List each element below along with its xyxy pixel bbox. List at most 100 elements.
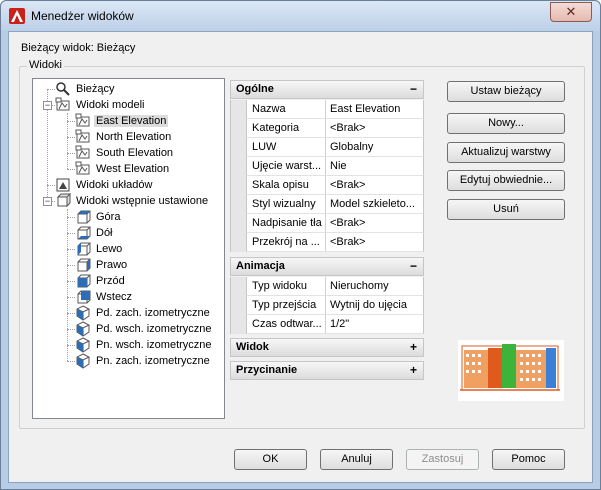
tree-item-label: Pd. wsch. izometryczne xyxy=(96,323,212,335)
property-value[interactable]: Globalny xyxy=(327,138,424,156)
tree-item-label: Widoki układów xyxy=(76,179,153,191)
tree-item[interactable]: Bieżący xyxy=(55,81,117,97)
property-row[interactable]: Czas odtwar... 1/2" xyxy=(246,315,424,334)
property-value[interactable]: Wytnij do ujęcia xyxy=(327,296,424,314)
property-value[interactable]: Nie xyxy=(327,157,424,175)
tree-connector-line xyxy=(67,265,75,266)
tree-item[interactable]: Pn. wsch. izometryczne xyxy=(75,337,214,353)
cube-bottom-icon xyxy=(77,226,91,240)
iso-cube-icon xyxy=(76,321,90,337)
property-name: Typ widoku xyxy=(247,277,326,295)
category-header-general[interactable]: Ogólne − xyxy=(230,80,424,99)
property-value[interactable]: 1/2" xyxy=(327,315,424,333)
property-row[interactable]: Nadpisanie tła <Brak> xyxy=(246,214,424,233)
expand-icon[interactable]: + xyxy=(410,339,417,356)
views-tree[interactable]: − − Bieżący Widoki modeli East Elevation Nort… xyxy=(32,78,225,419)
property-value[interactable]: East Elevation xyxy=(327,100,424,118)
update-layers-button[interactable]: Aktualizuj warstwy xyxy=(447,142,565,163)
property-row[interactable]: Styl wizualny Model szkieleto... xyxy=(246,195,424,214)
property-name: Nadpisanie tła xyxy=(247,214,326,232)
tree-item[interactable]: North Elevation xyxy=(75,129,173,145)
property-row[interactable]: Skala opisu <Brak> xyxy=(246,176,424,195)
tree-item[interactable]: Pd. wsch. izometryczne xyxy=(75,321,214,337)
camera-view-icon xyxy=(75,145,90,159)
property-row[interactable]: Nazwa East Elevation xyxy=(246,100,424,119)
property-name: Nazwa xyxy=(247,100,326,118)
tree-item-label: East Elevation xyxy=(94,115,169,127)
tree-item[interactable]: Widoki modeli xyxy=(55,97,146,113)
tree-item-label: Pn. zach. izometryczne xyxy=(96,355,210,367)
tree-item[interactable]: Lewo xyxy=(75,241,124,257)
tree-item-label: North Elevation xyxy=(96,131,172,143)
tree-connector-line xyxy=(67,345,75,346)
property-row[interactable]: Przekrój na ... <Brak> xyxy=(246,233,424,252)
property-row[interactable]: Typ przejścia Wytnij do ujęcia xyxy=(246,296,424,315)
tree-connector-line xyxy=(67,137,75,138)
tree-item[interactable]: Pd. zach. izometryczne xyxy=(75,305,212,321)
property-value[interactable]: <Brak> xyxy=(327,176,424,194)
delete-button[interactable]: Usuń xyxy=(447,199,565,220)
tree-item-label: Pn. wsch. izometryczne xyxy=(96,339,212,351)
tree-connector-line xyxy=(67,209,68,361)
property-value[interactable]: <Brak> xyxy=(327,214,424,232)
tree-connector-line xyxy=(67,153,75,154)
property-name: Przekrój na ... xyxy=(247,233,326,251)
tree-item-label: Lewo xyxy=(96,243,123,255)
iso-cube-icon xyxy=(76,305,90,321)
category-title: Animacja xyxy=(236,260,285,272)
category-title: Przycinanie xyxy=(236,364,298,376)
apply-button[interactable]: Zastosuj xyxy=(406,449,479,470)
iso-cube-icon xyxy=(76,353,90,369)
tree-item[interactable]: West Elevation xyxy=(75,161,171,177)
cancel-button[interactable]: Anuluj xyxy=(320,449,393,470)
property-row[interactable]: Ujęcie warst... Nie xyxy=(246,157,424,176)
property-row[interactable]: Kategoria <Brak> xyxy=(246,119,424,138)
tree-item-label: Dół xyxy=(96,227,113,239)
tree-item-label: Wstecz xyxy=(96,291,133,303)
collapse-icon[interactable]: − xyxy=(410,81,417,98)
property-value[interactable]: Model szkieleto... xyxy=(327,195,424,213)
set-current-button[interactable]: Ustaw bieżący xyxy=(447,81,565,102)
property-value[interactable]: Nieruchomy xyxy=(327,277,424,295)
tree-item[interactable]: Przód xyxy=(75,273,127,289)
cube-back-icon xyxy=(77,290,91,304)
tree-item[interactable]: Wstecz xyxy=(75,289,134,305)
property-row[interactable]: LUW Globalny xyxy=(246,138,424,157)
camera-view-icon xyxy=(75,113,90,127)
tree-item-label: Bieżący xyxy=(76,83,115,95)
collapse-toggle[interactable]: − xyxy=(43,101,52,110)
tree-item[interactable]: Widoki wstępnie ustawione xyxy=(55,193,210,209)
tree-connector-line xyxy=(47,89,55,90)
ok-button[interactable]: OK xyxy=(234,449,307,470)
views-group-label: Widoki xyxy=(27,59,65,71)
tree-item[interactable]: Prawo xyxy=(75,257,129,273)
new-view-button[interactable]: Nowy... xyxy=(447,113,565,134)
property-name: Styl wizualny xyxy=(247,195,326,213)
close-button[interactable]: ✕ xyxy=(550,2,592,22)
tree-item-label: Góra xyxy=(96,211,121,223)
tree-connector-line xyxy=(67,361,75,362)
property-value[interactable]: <Brak> xyxy=(327,233,424,251)
expand-icon[interactable]: + xyxy=(410,362,417,379)
tree-connector-line xyxy=(67,329,75,330)
help-button[interactable]: Pomoc xyxy=(492,449,565,470)
tree-item[interactable]: East Elevation xyxy=(75,113,169,129)
tree-item[interactable]: Góra xyxy=(75,209,122,225)
tree-item-label: Pd. zach. izometryczne xyxy=(96,307,210,319)
cube-left-icon xyxy=(77,242,91,256)
property-value[interactable]: <Brak> xyxy=(327,119,424,137)
collapse-icon[interactable]: − xyxy=(410,258,417,275)
tree-item[interactable]: Dół xyxy=(75,225,115,241)
category-header-view[interactable]: Widok + xyxy=(230,338,424,357)
tree-item[interactable]: Widoki układów xyxy=(55,177,154,193)
category-header-clipping[interactable]: Przycinanie + xyxy=(230,361,424,380)
category-header-animation[interactable]: Animacja − xyxy=(230,257,424,276)
tree-connector-line xyxy=(67,217,75,218)
property-row[interactable]: Typ widoku Nieruchomy xyxy=(246,277,424,296)
tree-item[interactable]: Pn. zach. izometryczne xyxy=(75,353,212,369)
tree-item[interactable]: South Elevation xyxy=(75,145,175,161)
edit-boundaries-button[interactable]: Edytuj obwiednie... xyxy=(447,170,565,191)
preset-views-icon xyxy=(56,193,71,208)
title-bar[interactable]: Menedżer widoków ✕ xyxy=(1,1,600,31)
collapse-toggle[interactable]: − xyxy=(43,197,52,206)
